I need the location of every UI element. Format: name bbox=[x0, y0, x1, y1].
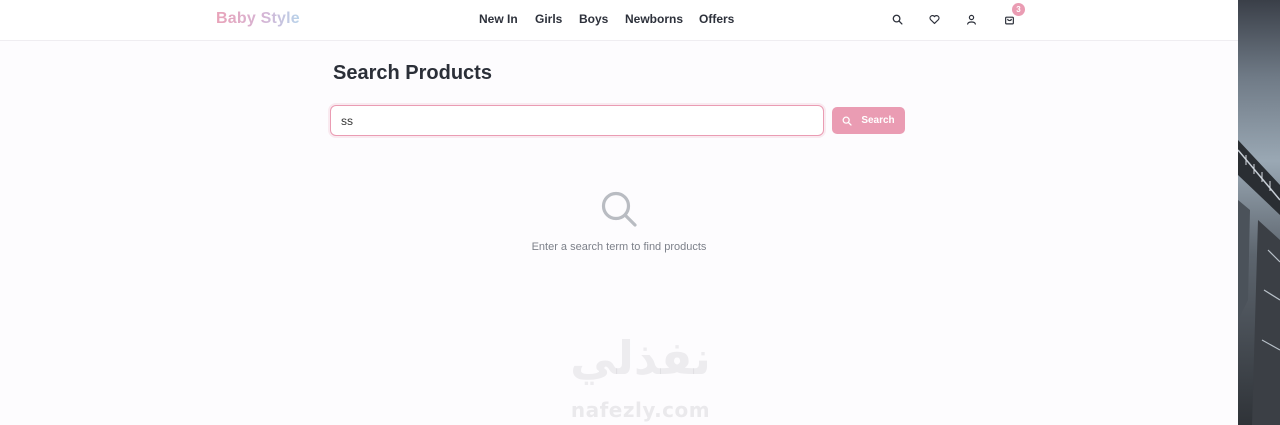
nav-link-girls[interactable]: Girls bbox=[535, 12, 562, 26]
user-icon[interactable] bbox=[964, 12, 978, 26]
empty-state-search-icon bbox=[600, 190, 638, 228]
search-icon[interactable] bbox=[890, 12, 904, 26]
watermark-logo-url: nafezly.com bbox=[570, 398, 711, 422]
railway-bridge-image bbox=[1238, 140, 1280, 425]
heart-icon[interactable] bbox=[927, 12, 941, 26]
brand-logo[interactable]: Baby Style bbox=[216, 10, 300, 28]
page-title: Search Products bbox=[333, 62, 492, 84]
cart-count-badge: 3 bbox=[1012, 3, 1025, 16]
search-icon bbox=[842, 116, 852, 126]
nav-link-offers[interactable]: Offers bbox=[699, 12, 734, 26]
site-header: Baby Style New In Girls Boys Newborns Of… bbox=[0, 0, 1238, 41]
page: Baby Style New In Girls Boys Newborns Of… bbox=[0, 0, 1238, 425]
empty-state-message: Enter a search term to find products bbox=[531, 241, 707, 253]
search-button[interactable]: Search bbox=[832, 107, 905, 134]
nav-link-newborns[interactable]: Newborns bbox=[625, 12, 683, 26]
nav-link-new-in[interactable]: New In bbox=[479, 12, 518, 26]
search-button-label: Search bbox=[861, 115, 895, 126]
nav-link-boys[interactable]: Boys bbox=[579, 12, 608, 26]
search-input[interactable] bbox=[330, 105, 824, 136]
background-photo-strip bbox=[1238, 0, 1280, 425]
watermark-logo-arabic: نفذلي bbox=[570, 331, 711, 385]
